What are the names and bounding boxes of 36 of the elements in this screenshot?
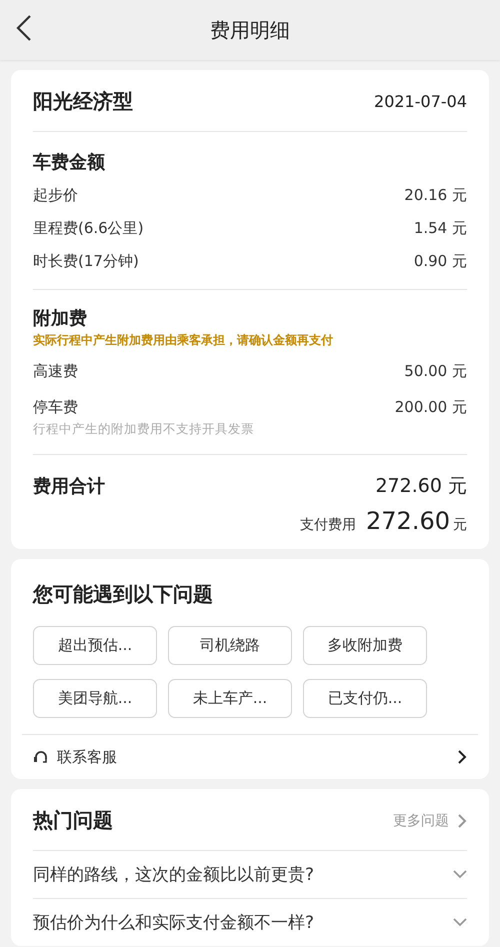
car-type: 阳光经济型: [33, 88, 133, 115]
headset-icon: [33, 749, 49, 765]
chevron-right-icon: [457, 750, 467, 764]
issue-option[interactable]: 未上车产...: [168, 679, 292, 718]
fee-amount: 50.00 元: [404, 362, 467, 381]
paid-label: 支付费用: [300, 516, 356, 534]
trip-date: 2021-07-04: [374, 92, 467, 111]
chevron-right-icon: [457, 814, 467, 828]
section-title: 车费金额: [33, 151, 105, 174]
fee-label: 高速费: [33, 362, 78, 381]
contact-service-link[interactable]: 联系客服: [57, 748, 457, 766]
fee-label: 起步价: [33, 186, 78, 205]
warning-text: 实际行程中产生附加费用由乘客承担，请确认金额再支付: [33, 332, 334, 349]
issue-option[interactable]: 司机绕路: [168, 626, 292, 665]
fee-amount: 20.16 元: [404, 186, 467, 205]
page-title: 费用明细: [210, 16, 290, 44]
section-title: 您可能遇到以下问题: [33, 581, 213, 608]
total-amount: 272.60 元: [375, 474, 467, 499]
fee-amount: 200.00 元: [394, 398, 467, 417]
issue-option[interactable]: 超出预估...: [33, 626, 157, 665]
faq-item[interactable]: 同样的路线，这次的金额比以前更贵?: [33, 850, 467, 898]
fee-label: 里程费(6.6公里): [33, 219, 144, 238]
total-label: 费用合计: [33, 475, 105, 498]
issue-option[interactable]: 多收附加费: [303, 626, 427, 665]
currency-unit: 元: [453, 516, 467, 534]
fee-label: 时长费(17分钟): [33, 252, 139, 271]
fee-label: 停车费: [33, 398, 78, 417]
fee-amount: 1.54 元: [414, 219, 467, 238]
section-title: 附加费: [33, 307, 87, 330]
fee-amount: 0.90 元: [414, 252, 467, 271]
issue-option[interactable]: 美团导航...: [33, 679, 157, 718]
issue-option[interactable]: 已支付仍...: [303, 679, 427, 718]
section-title: 热门问题: [33, 807, 113, 834]
paid-amount: 272.60: [366, 507, 450, 535]
invoice-note: 行程中产生的附加费用不支持开具发票: [33, 421, 255, 438]
faq-item[interactable]: 预估价为什么和实际支付金额不一样?: [33, 898, 467, 946]
